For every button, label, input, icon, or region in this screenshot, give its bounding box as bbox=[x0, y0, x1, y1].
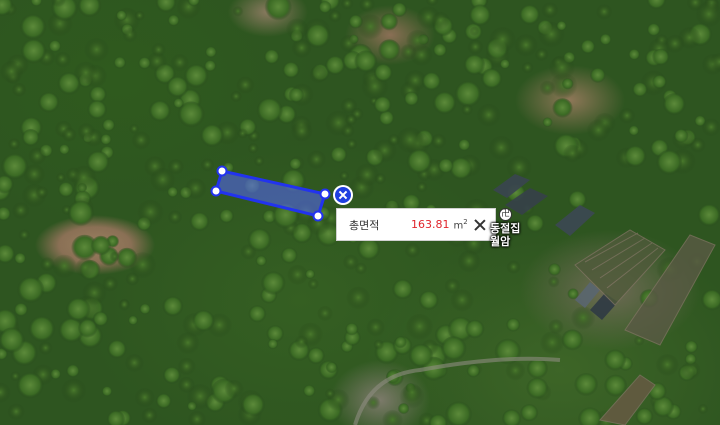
vertex-handle[interactable] bbox=[319, 188, 331, 200]
vertex-handle[interactable] bbox=[312, 210, 324, 222]
poi-label[interactable]: 동절집 월암 bbox=[490, 222, 520, 248]
area-measurement-popup: 총면적 163.81 m2 bbox=[336, 208, 496, 241]
close-icon[interactable] bbox=[473, 218, 487, 232]
temple-icon[interactable]: 卍 bbox=[499, 208, 512, 221]
total-area-value: 163.81 bbox=[411, 218, 450, 231]
measured-area[interactable] bbox=[214, 169, 327, 218]
delete-marker-icon[interactable] bbox=[335, 187, 351, 203]
vertex-handle[interactable] bbox=[216, 165, 228, 177]
satellite-map[interactable]: 총면적 163.81 m2 卍 동절집 월암 bbox=[0, 0, 720, 425]
area-unit: m2 bbox=[453, 217, 468, 232]
total-area-label: 총면적 bbox=[349, 218, 380, 232]
vertex-handle[interactable] bbox=[210, 185, 222, 197]
